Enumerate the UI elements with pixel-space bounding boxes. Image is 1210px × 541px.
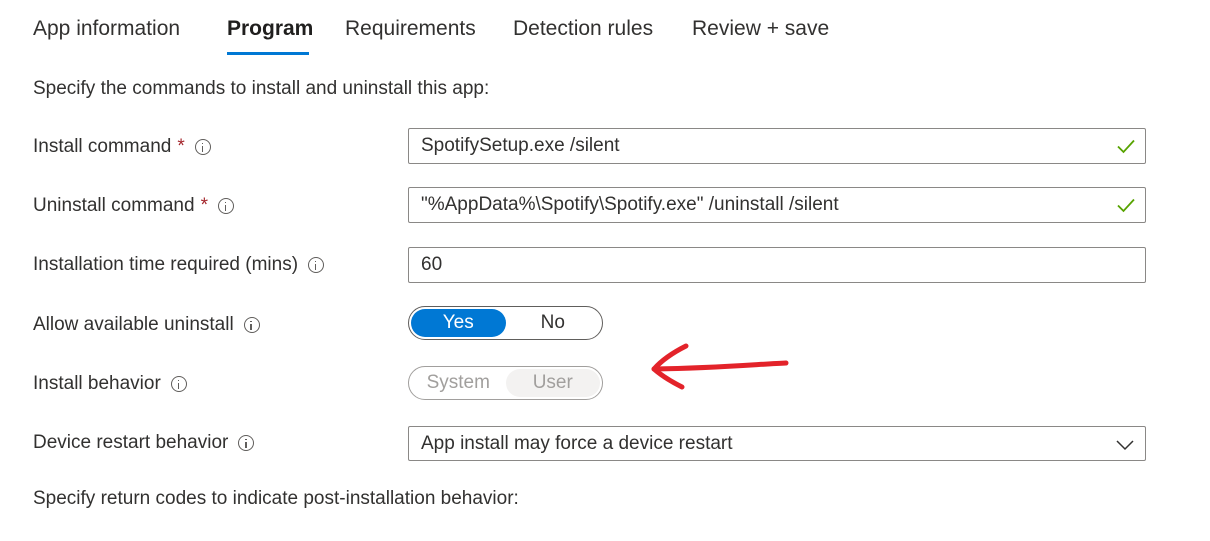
install-command-label: Install command *	[33, 136, 211, 158]
uninstall-command-label: Uninstall command *	[33, 195, 234, 217]
toggle-option-yes[interactable]: Yes	[411, 309, 506, 337]
install-behavior-toggle: System User	[408, 366, 603, 400]
install-behavior-label: Install behavior	[33, 373, 187, 395]
info-icon[interactable]	[170, 376, 187, 392]
install-behavior-label-text: Install behavior	[33, 373, 161, 394]
device-restart-dropdown[interactable]: App install may force a device restart	[408, 426, 1146, 461]
checkmark-icon	[1117, 139, 1135, 154]
device-restart-label: Device restart behavior	[33, 432, 255, 454]
toggle-option-system: System	[426, 372, 490, 393]
allow-uninstall-label-text: Allow available uninstall	[33, 314, 234, 335]
device-restart-value: App install may force a device restart	[421, 432, 733, 454]
info-icon[interactable]	[238, 435, 255, 451]
wizard-tabs: App information Program Requirements Det…	[0, 0, 1210, 60]
toggle-option-no[interactable]: No	[506, 309, 601, 337]
uninstall-command-value: "%AppData%\Spotify\Spotify.exe" /uninsta…	[421, 194, 839, 215]
tab-requirements[interactable]: Requirements	[345, 17, 476, 41]
required-asterisk: *	[177, 136, 185, 157]
chevron-down-icon	[1116, 440, 1134, 451]
allow-uninstall-label: Allow available uninstall	[33, 314, 260, 336]
device-restart-label-text: Device restart behavior	[33, 432, 229, 453]
install-command-label-text: Install command	[33, 136, 172, 157]
tab-review-save[interactable]: Review + save	[692, 17, 829, 41]
allow-uninstall-toggle[interactable]: Yes No	[408, 306, 603, 340]
install-time-label: Installation time required (mins)	[33, 254, 325, 276]
install-time-value: 60	[421, 254, 443, 275]
info-icon[interactable]	[217, 198, 234, 214]
tab-detection-rules[interactable]: Detection rules	[513, 17, 653, 41]
uninstall-command-input[interactable]: "%AppData%\Spotify\Spotify.exe" /uninsta…	[408, 187, 1146, 223]
checkmark-icon	[1117, 198, 1135, 213]
info-icon[interactable]	[243, 317, 260, 333]
toggle-option-user: User	[505, 369, 600, 397]
install-command-input[interactable]: SpotifySetup.exe /silent	[408, 128, 1146, 164]
red-arrow-annotation	[651, 343, 789, 390]
required-asterisk: *	[200, 195, 208, 216]
return-codes-intro: Specify return codes to indicate post-in…	[33, 488, 519, 509]
install-command-value: SpotifySetup.exe /silent	[421, 135, 620, 156]
info-icon[interactable]	[194, 139, 211, 155]
install-time-label-text: Installation time required (mins)	[33, 254, 299, 275]
uninstall-command-label-text: Uninstall command	[33, 195, 195, 216]
install-time-input[interactable]: 60	[408, 247, 1146, 283]
active-tab-indicator	[227, 52, 309, 55]
tab-app-information[interactable]: App information	[33, 17, 180, 41]
info-icon[interactable]	[308, 257, 325, 273]
section-intro: Specify the commands to install and unin…	[33, 78, 490, 99]
tab-program[interactable]: Program	[227, 17, 313, 41]
